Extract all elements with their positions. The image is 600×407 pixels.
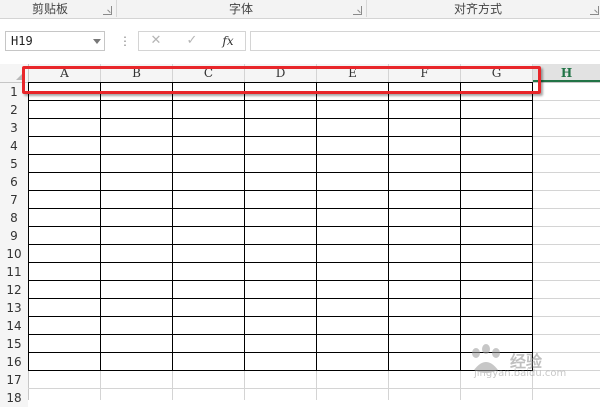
enter-icon[interactable]: ✓ [177,32,207,50]
ribbon-group-alignment-label: 对齐方式 [453,2,502,16]
row-header-15[interactable]: 15 [0,335,28,353]
formula-bar: H19 ⋮ ✕ ✓ fx [0,19,600,63]
ribbon-group-clipboard-label: 剪贴板 [31,2,68,16]
row-header-11[interactable]: 11 [0,263,28,281]
row-header-12[interactable]: 12 [0,281,28,299]
row-header-9[interactable]: 9 [0,227,28,245]
row-header-7[interactable]: 7 [0,191,28,209]
insert-function-icon[interactable]: fx [213,32,243,50]
alignment-dialog-launcher-icon[interactable] [590,6,599,15]
watermark-url: jingyan.baidu.com [474,368,567,379]
row-header-8[interactable]: 8 [0,209,28,227]
row-header-5[interactable]: 5 [0,155,28,173]
row-header-2[interactable]: 2 [0,101,28,119]
clipboard-dialog-launcher-icon[interactable] [103,6,112,15]
row-header-4[interactable]: 4 [0,137,28,155]
row-header-16[interactable]: 16 [0,353,28,371]
name-box[interactable]: H19 [5,31,105,51]
row-header-18[interactable]: 18 [0,389,28,407]
ribbon-group-font-label: 字体 [228,2,253,16]
watermark: 经验 jingyan.baidu.com [466,344,576,384]
row-header-14[interactable]: 14 [0,317,28,335]
ribbon-group-bar: 剪贴板 字体 对齐方式 [0,0,600,19]
font-dialog-launcher-icon[interactable] [353,6,362,15]
row-header-6[interactable]: 6 [0,173,28,191]
highlight-frame [22,66,541,94]
row-header-3[interactable]: 3 [0,119,28,137]
name-box-dropdown-icon[interactable] [93,39,101,44]
column-header-h[interactable]: H [533,64,600,82]
row-header-10[interactable]: 10 [0,245,28,263]
row-header-17[interactable]: 17 [0,371,28,389]
row-header-13[interactable]: 13 [0,299,28,317]
cancel-icon[interactable]: ✕ [141,32,171,50]
more-options-icon[interactable]: ⋮ [119,33,131,49]
formula-buttons: ✕ ✓ fx [138,31,246,51]
formula-input[interactable] [250,31,600,51]
